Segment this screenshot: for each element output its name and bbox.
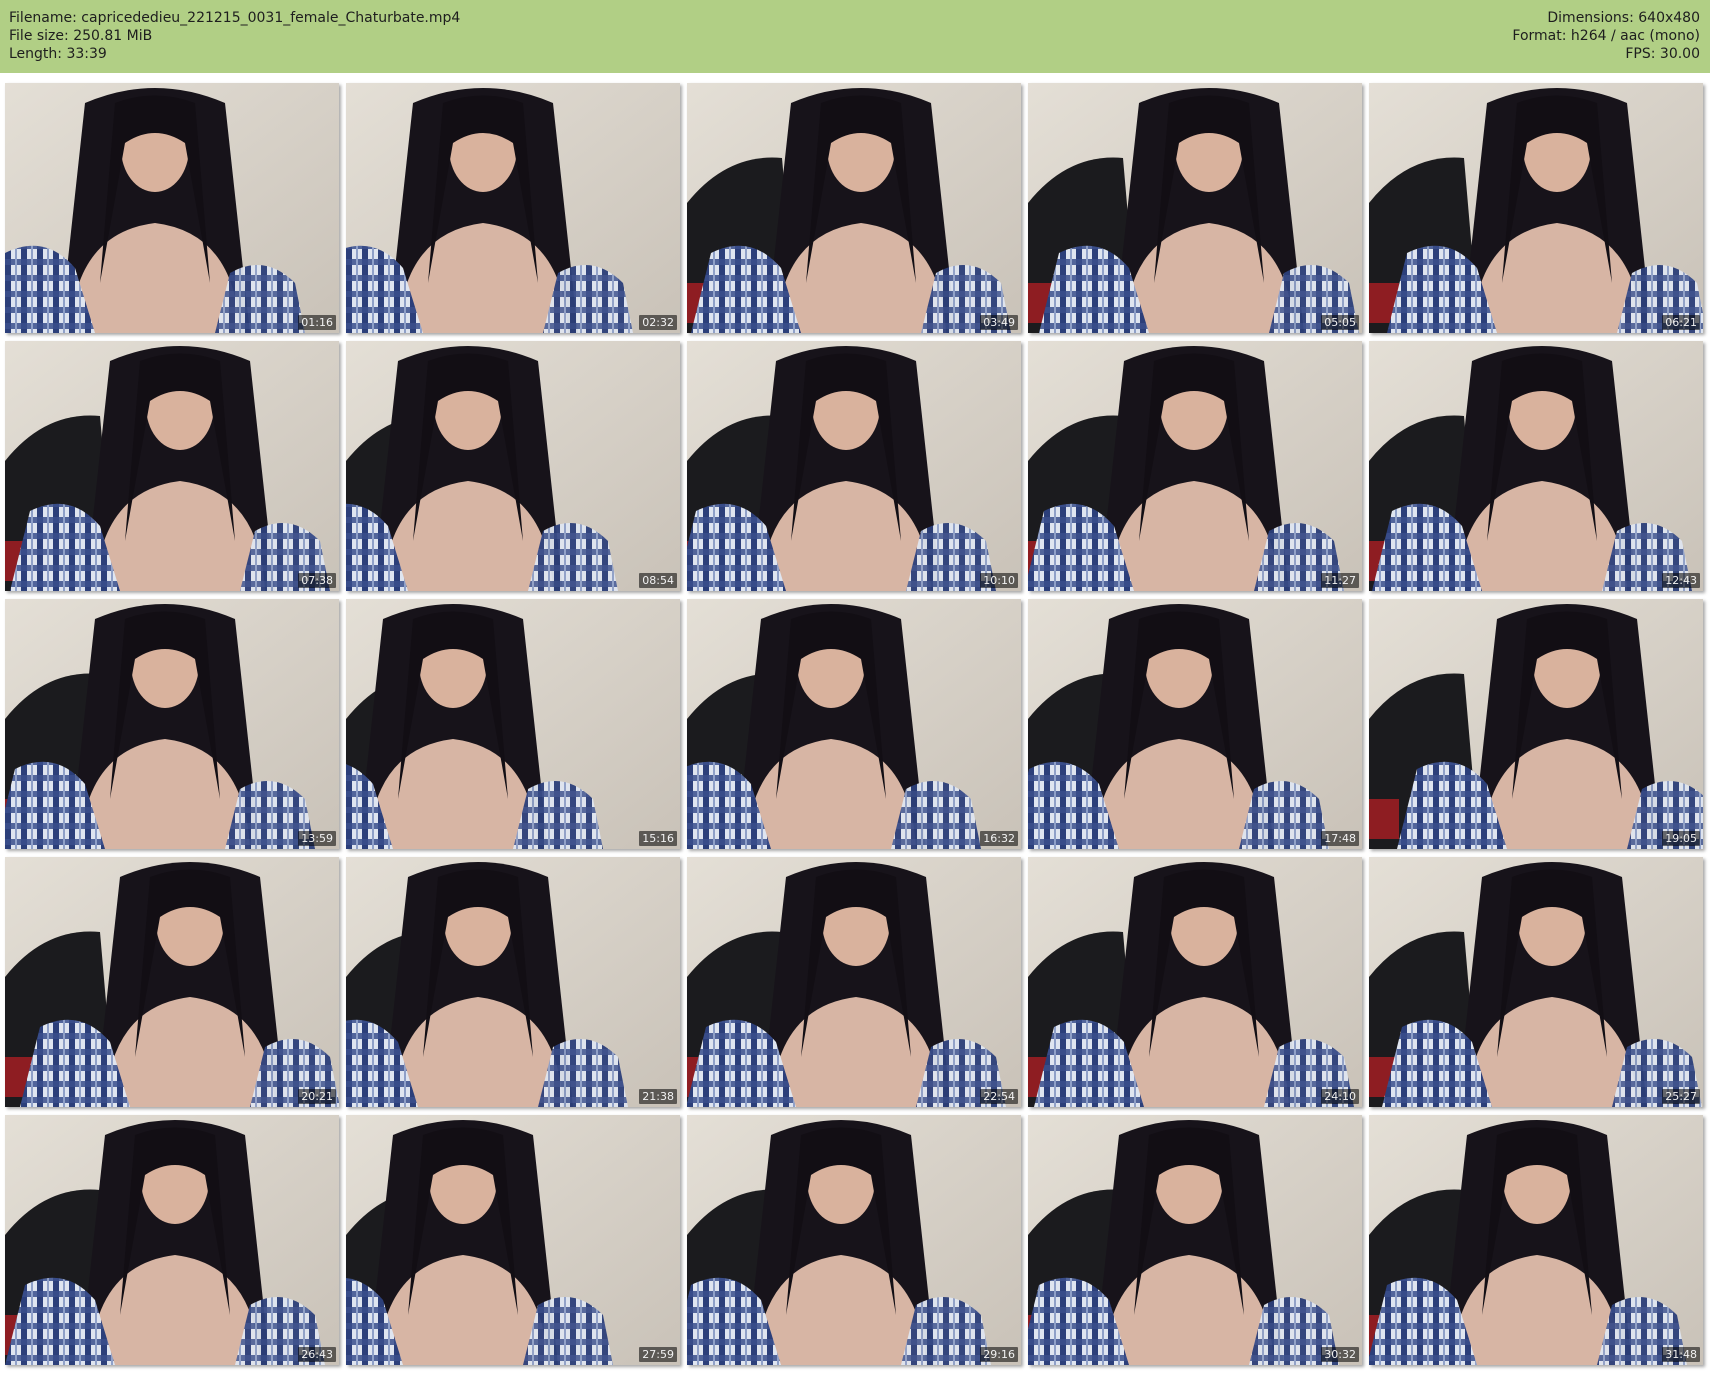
thumbnail: 05:05 <box>1028 83 1362 333</box>
frame-image <box>1369 857 1703 1107</box>
media-info: Dimensions: 640x480 Format: h264 / aac (… <box>1512 9 1700 63</box>
thumbnail: 30:32 <box>1028 1115 1362 1365</box>
thumbnail: 19:05 <box>1369 599 1703 849</box>
frame-image <box>5 341 339 591</box>
thumbnail: 16:32 <box>687 599 1021 849</box>
thumbnail: 26:43 <box>5 1115 339 1365</box>
thumbnail-grid: 01:16 02:32 03:49 05:05 06:21 07:38 08:5… <box>5 83 1703 1365</box>
thumbnail: 12:43 <box>1369 341 1703 591</box>
frame-image <box>687 1115 1021 1365</box>
thumbnail: 13:59 <box>5 599 339 849</box>
frame-image <box>1369 341 1703 591</box>
frame-image <box>346 599 680 849</box>
timestamp: 17:48 <box>1321 831 1359 846</box>
thumbnail: 27:59 <box>346 1115 680 1365</box>
thumbnail: 20:21 <box>5 857 339 1107</box>
filename-line: Filename: capricededieu_221215_0031_fema… <box>9 10 461 26</box>
timestamp: 12:43 <box>1662 573 1700 588</box>
timestamp: 25:27 <box>1662 1089 1700 1104</box>
thumbnail: 31:48 <box>1369 1115 1703 1365</box>
dimensions-line: Dimensions: 640x480 <box>1547 10 1700 26</box>
frame-image <box>346 1115 680 1365</box>
frame-image <box>687 599 1021 849</box>
thumbnail: 25:27 <box>1369 857 1703 1107</box>
timestamp: 19:05 <box>1662 831 1700 846</box>
frame-image <box>1028 599 1362 849</box>
timestamp: 05:05 <box>1321 315 1359 330</box>
frame-image <box>1028 341 1362 591</box>
frame-image <box>1028 1115 1362 1365</box>
info-header: Filename: capricededieu_221215_0031_fema… <box>0 0 1710 73</box>
timestamp: 13:59 <box>298 831 336 846</box>
frame-image <box>5 1115 339 1365</box>
format-line: Format: h264 / aac (mono) <box>1512 28 1700 44</box>
timestamp: 30:32 <box>1321 1347 1359 1362</box>
thumbnail: 08:54 <box>346 341 680 591</box>
timestamp: 24:10 <box>1321 1089 1359 1104</box>
filesize-line: File size: 250.81 MiB <box>9 28 153 44</box>
timestamp: 11:27 <box>1321 573 1359 588</box>
frame-image <box>687 857 1021 1107</box>
thumbnail: 01:16 <box>5 83 339 333</box>
frame-image <box>1028 857 1362 1107</box>
timestamp: 06:21 <box>1662 315 1700 330</box>
thumbnail: 11:27 <box>1028 341 1362 591</box>
frame-image <box>1369 1115 1703 1365</box>
thumbnail: 24:10 <box>1028 857 1362 1107</box>
length-line: Length: 33:39 <box>9 46 107 62</box>
file-info: Filename: capricededieu_221215_0031_fema… <box>9 9 460 63</box>
thumbnail: 21:38 <box>346 857 680 1107</box>
frame-image <box>1369 599 1703 849</box>
thumbnail: 29:16 <box>687 1115 1021 1365</box>
thumbnail: 22:54 <box>687 857 1021 1107</box>
thumbnail: 03:49 <box>687 83 1021 333</box>
timestamp: 02:32 <box>639 315 677 330</box>
timestamp: 01:16 <box>298 315 336 330</box>
timestamp: 08:54 <box>639 573 677 588</box>
timestamp: 26:43 <box>298 1347 336 1362</box>
timestamp: 20:21 <box>298 1089 336 1104</box>
fps-line: FPS: 30.00 <box>1625 46 1700 62</box>
frame-image <box>346 83 680 333</box>
timestamp: 07:38 <box>298 573 336 588</box>
timestamp: 27:59 <box>639 1347 677 1362</box>
timestamp: 15:16 <box>639 831 677 846</box>
timestamp: 22:54 <box>980 1089 1018 1104</box>
thumbnail: 02:32 <box>346 83 680 333</box>
timestamp: 16:32 <box>980 831 1018 846</box>
frame-image <box>5 857 339 1107</box>
frame-image <box>346 857 680 1107</box>
timestamp: 03:49 <box>980 315 1018 330</box>
thumbnail: 17:48 <box>1028 599 1362 849</box>
timestamp: 31:48 <box>1662 1347 1700 1362</box>
frame-image <box>1369 83 1703 333</box>
thumbnail: 06:21 <box>1369 83 1703 333</box>
thumbnail: 10:10 <box>687 341 1021 591</box>
frame-image <box>1028 83 1362 333</box>
thumbnail: 07:38 <box>5 341 339 591</box>
thumbnail: 15:16 <box>346 599 680 849</box>
timestamp: 10:10 <box>980 573 1018 588</box>
timestamp: 21:38 <box>639 1089 677 1104</box>
frame-image <box>5 599 339 849</box>
frame-image <box>5 83 339 333</box>
frame-image <box>687 83 1021 333</box>
frame-image <box>346 341 680 591</box>
timestamp: 29:16 <box>980 1347 1018 1362</box>
frame-image <box>687 341 1021 591</box>
